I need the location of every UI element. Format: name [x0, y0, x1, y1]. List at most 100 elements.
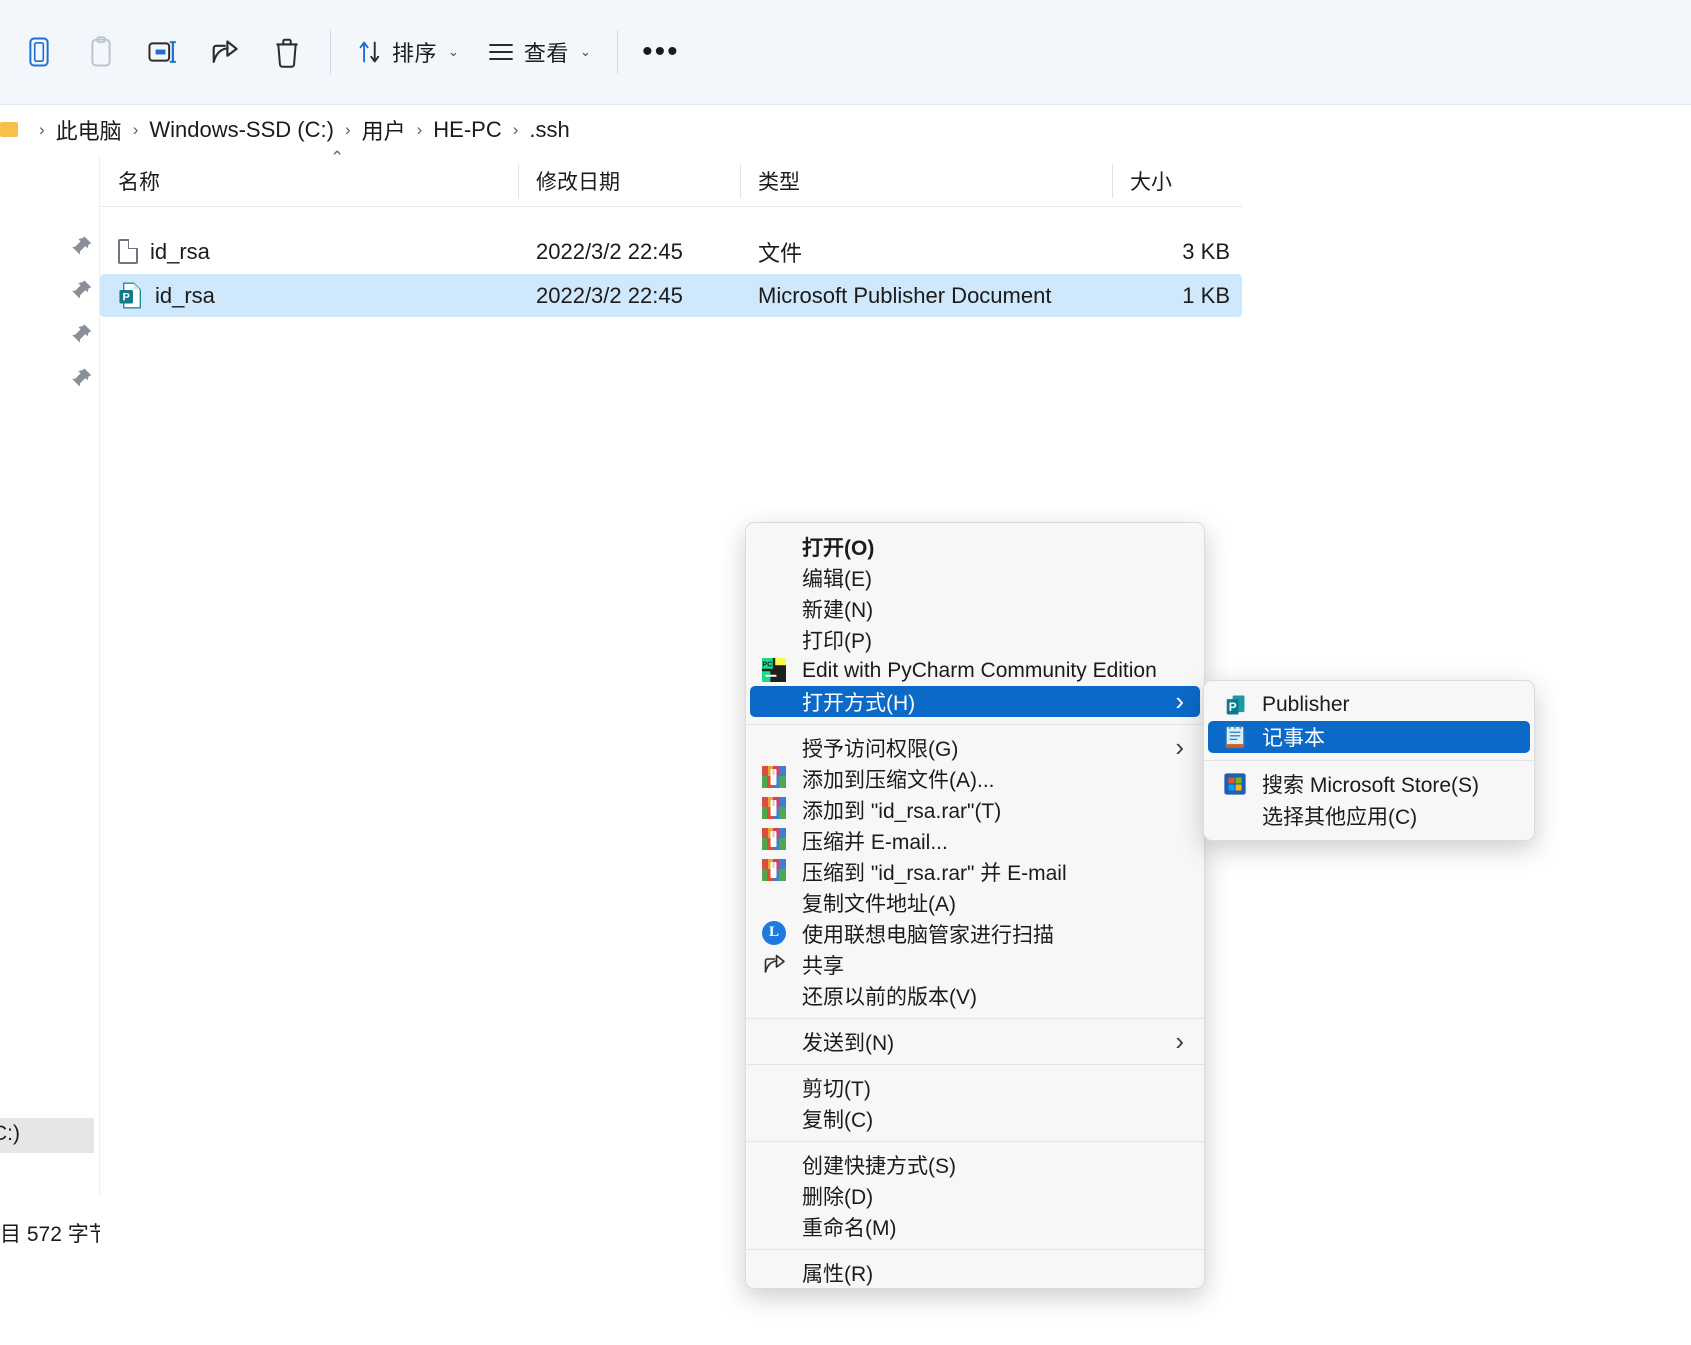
svg-text:P: P — [123, 291, 130, 303]
no-icon — [762, 983, 788, 1009]
column-header-name[interactable]: 名称 ⌃ — [100, 148, 518, 207]
copy-button[interactable] — [8, 22, 70, 82]
context-menu-item-2[interactable]: 新建(N) — [750, 593, 1200, 624]
cell-date: 2022/3/2 22:45 — [536, 282, 683, 308]
context-menu-item-21[interactable]: 属性(R) — [750, 1257, 1200, 1288]
pin-icon[interactable] — [70, 278, 94, 302]
view-button[interactable]: 查看 ⌄ — [473, 22, 605, 82]
no-icon — [762, 890, 788, 916]
context-menu-item-label: 复制(C) — [802, 1108, 874, 1132]
context-menu-item-label: 打开(O) — [802, 536, 875, 560]
menu-separator — [746, 1141, 1204, 1142]
chevron-right-icon: › — [1175, 732, 1184, 762]
winrar-icon — [762, 796, 788, 819]
breadcrumb-item-4[interactable]: .ssh — [529, 117, 569, 143]
no-icon — [762, 1075, 788, 1101]
pin-icon[interactable] — [70, 234, 94, 258]
nav-item-partial[interactable]: C:) — [0, 1118, 94, 1153]
sort-button[interactable]: 排序 ⌄ — [343, 22, 473, 82]
context-menu-item-label: 复制文件地址(A) — [802, 892, 956, 916]
context-menu-item-4[interactable]: PC Edit with PyCharm Community Edition — [750, 655, 1200, 686]
view-label: 查看 — [523, 41, 569, 66]
context-menu-item-14[interactable]: 还原以前的版本(V) — [750, 980, 1200, 1011]
toolbar-divider-1 — [330, 30, 331, 74]
file-name: id_rsa — [150, 238, 210, 264]
submenu-item-3[interactable]: 选择其他应用(C) — [1208, 800, 1530, 832]
open-with-submenu[interactable]: P Publisher 记事本搜索 Microsoft Store(S) 选择其他应用… — [1203, 680, 1535, 841]
pin-icon[interactable] — [70, 322, 94, 346]
context-menu-item-label: 发送到(N) — [802, 1031, 895, 1055]
breadcrumb-item-2[interactable]: 用户 — [362, 114, 406, 146]
navigation-pane: C:) — [0, 155, 100, 1345]
paste-button[interactable] — [70, 22, 132, 82]
context-menu-item-12[interactable]: L 使用联想电脑管家进行扫描 — [750, 918, 1200, 949]
context-menu-item-16[interactable]: 剪切(T) — [750, 1072, 1200, 1103]
no-icon — [762, 1183, 788, 1209]
column-header-date[interactable]: 修改日期 — [518, 155, 740, 207]
context-menu-item-8[interactable]: 添加到 "id_rsa.rar"(T) — [750, 794, 1200, 825]
breadcrumb-item-0[interactable]: 此电脑 — [56, 114, 122, 146]
submenu-item-1[interactable]: 记事本 — [1208, 721, 1530, 753]
rename-icon — [147, 37, 179, 67]
context-menu-item-1[interactable]: 编辑(E) — [750, 562, 1200, 593]
column-header-type[interactable]: 类型 — [740, 155, 1112, 207]
breadcrumb-item-1[interactable]: Windows-SSD (C:) — [149, 117, 334, 143]
sort-icon — [357, 39, 383, 65]
column-header-size[interactable]: 大小 — [1112, 155, 1242, 207]
breadcrumb-item-3[interactable]: HE-PC — [433, 117, 501, 143]
submenu-item-label: 选择其他应用(C) — [1262, 806, 1418, 829]
notepad-icon — [1222, 724, 1248, 750]
winrar-icon — [762, 827, 788, 854]
view-icon — [487, 41, 515, 63]
notepad-icon — [1222, 724, 1248, 750]
table-row[interactable]: id_rsa 2022/3/2 22:45 文件 3 KB — [100, 230, 1242, 273]
more-options-button[interactable]: ••• — [630, 22, 692, 82]
submenu-item-label: 记事本 — [1262, 727, 1325, 750]
context-menu-item-13[interactable]: 共享 — [750, 949, 1200, 980]
context-menu-item-7[interactable]: 添加到压缩文件(A)... — [750, 763, 1200, 794]
context-menu-item-15[interactable]: 发送到(N) › — [750, 1026, 1200, 1057]
file-explorer-window: 排序 ⌄ 查看 ⌄ ••• › 此电脑 › Windows-SSD (C:) ›… — [0, 0, 1691, 1345]
status-bar-size: 目 572 字节 — [0, 1223, 110, 1246]
cell-size: 1 KB — [1182, 282, 1230, 308]
breadcrumb[interactable]: › 此电脑 › Windows-SSD (C:) › 用户 › HE-PC › … — [0, 104, 1691, 154]
context-menu-item-6[interactable]: 授予访问权限(G) › — [750, 732, 1200, 763]
rename-button[interactable] — [132, 22, 194, 82]
no-icon — [762, 689, 788, 715]
context-menu-item-17[interactable]: 复制(C) — [750, 1103, 1200, 1134]
no-icon — [762, 534, 788, 560]
context-menu-item-19[interactable]: 删除(D) — [750, 1180, 1200, 1211]
no-icon — [762, 735, 788, 761]
share-button[interactable] — [194, 22, 256, 82]
context-menu-item-label: 打开方式(H) — [802, 691, 916, 715]
delete-button[interactable] — [256, 22, 318, 82]
cell-name: id_rsa — [100, 230, 518, 273]
share-icon — [762, 952, 788, 976]
trash-icon — [273, 37, 301, 68]
context-menu[interactable]: 打开(O) 编辑(E) 新建(N) 打印(P) PC Edit with PyCharm … — [745, 522, 1205, 1289]
publisher-file-icon: P — [118, 282, 143, 309]
context-menu-item-label: 属性(R) — [802, 1262, 874, 1286]
context-menu-item-10[interactable]: 压缩到 "id_rsa.rar" 并 E-mail — [750, 856, 1200, 887]
table-row[interactable]: P id_rsa 2022/3/2 22:45 Microsoft Publis… — [100, 274, 1242, 317]
chevron-down-icon: ⌄ — [579, 44, 591, 59]
winrar-icon — [762, 858, 788, 885]
paste-icon — [86, 36, 116, 68]
copy-icon — [24, 36, 54, 68]
context-menu-item-18[interactable]: 创建快捷方式(S) — [750, 1149, 1200, 1180]
context-menu-item-11[interactable]: 复制文件地址(A) — [750, 887, 1200, 918]
submenu-item-0[interactable]: P Publisher — [1208, 689, 1530, 721]
cell-type: 文件 — [758, 240, 803, 266]
submenu-item-2[interactable]: 搜索 Microsoft Store(S) — [1208, 768, 1530, 800]
context-menu-item-3[interactable]: 打印(P) — [750, 624, 1200, 655]
context-menu-item-5[interactable]: 打开方式(H) › — [750, 686, 1200, 717]
context-menu-item-0[interactable]: 打开(O) — [750, 531, 1200, 562]
context-menu-item-9[interactable]: 压缩并 E-mail... — [750, 825, 1200, 856]
context-menu-item-20[interactable]: 重命名(M) — [750, 1211, 1200, 1242]
column-header-name-label: 名称 — [118, 170, 160, 194]
no-icon — [762, 627, 788, 653]
pin-icon[interactable] — [70, 366, 94, 390]
store-icon — [1222, 771, 1248, 797]
nav-item-label: C:) — [0, 1122, 20, 1145]
submenu-item-label: Publisher — [1262, 693, 1350, 716]
